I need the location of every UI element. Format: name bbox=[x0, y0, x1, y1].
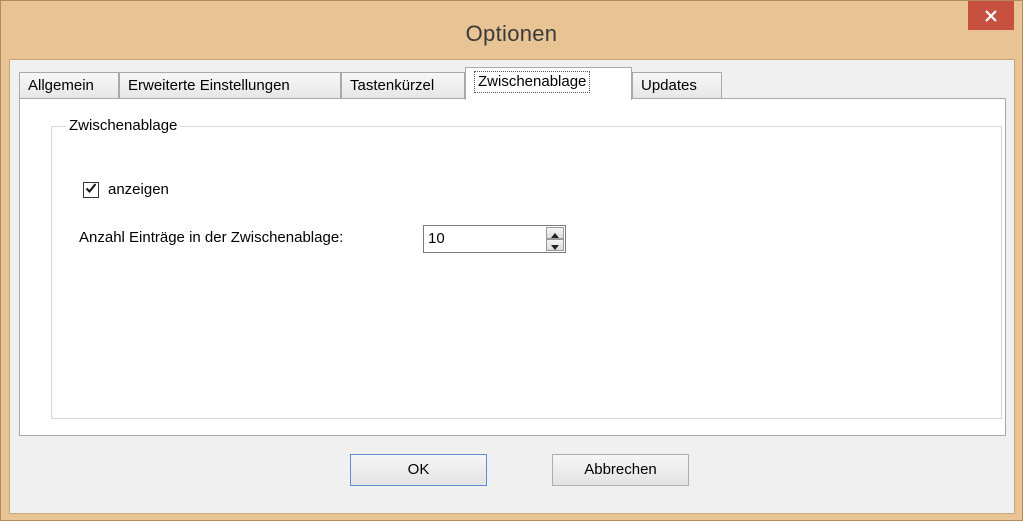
close-button[interactable] bbox=[968, 1, 1014, 30]
show-clipboard-label[interactable]: anzeigen bbox=[108, 181, 169, 198]
groupbox-legend: Zwischenablage bbox=[66, 116, 181, 136]
show-clipboard-checkbox[interactable] bbox=[83, 181, 99, 198]
tab-label: Zwischenablage bbox=[474, 71, 591, 93]
stepper-buttons bbox=[546, 227, 564, 251]
entry-count-input[interactable]: 10 bbox=[428, 226, 528, 252]
stepper-down-button[interactable] bbox=[546, 239, 564, 251]
tab-label: Erweiterte Einstellungen bbox=[128, 77, 290, 94]
ok-button[interactable]: OK bbox=[350, 454, 487, 486]
tab-label: Allgemein bbox=[28, 77, 94, 94]
entry-count-label: Anzahl Einträge in der Zwischenablage: bbox=[79, 229, 344, 246]
arrow-down-icon bbox=[551, 237, 559, 254]
tab-zwischenablage[interactable]: Zwischenablage bbox=[465, 67, 632, 100]
tab-strip: Allgemein Erweiterte Einstellungen Taste… bbox=[19, 67, 999, 100]
clipboard-groupbox: Zwischenablage anzeigen Anzahl Einträge … bbox=[51, 116, 1002, 419]
tab-updates[interactable]: Updates bbox=[632, 72, 722, 99]
tab-panel-zwischenablage: Zwischenablage anzeigen Anzahl Einträge … bbox=[19, 98, 1006, 436]
checkmark-icon bbox=[85, 181, 97, 198]
close-icon bbox=[985, 9, 997, 22]
show-clipboard-option[interactable]: anzeigen bbox=[83, 181, 169, 198]
cancel-button[interactable]: Abbrechen bbox=[552, 454, 689, 486]
tab-allgemein[interactable]: Allgemein bbox=[19, 72, 119, 99]
tab-label: Tastenkürzel bbox=[350, 77, 435, 94]
options-dialog: Optionen Allgemein Erweiterte Einstellun… bbox=[0, 0, 1023, 521]
entry-count-stepper[interactable]: 10 bbox=[423, 225, 566, 253]
window-title: Optionen bbox=[465, 21, 558, 46]
tab-erweiterte-einstellungen[interactable]: Erweiterte Einstellungen bbox=[119, 72, 341, 99]
tab-label: Updates bbox=[641, 77, 697, 94]
tab-tastenkuerzel[interactable]: Tastenkürzel bbox=[341, 72, 465, 99]
